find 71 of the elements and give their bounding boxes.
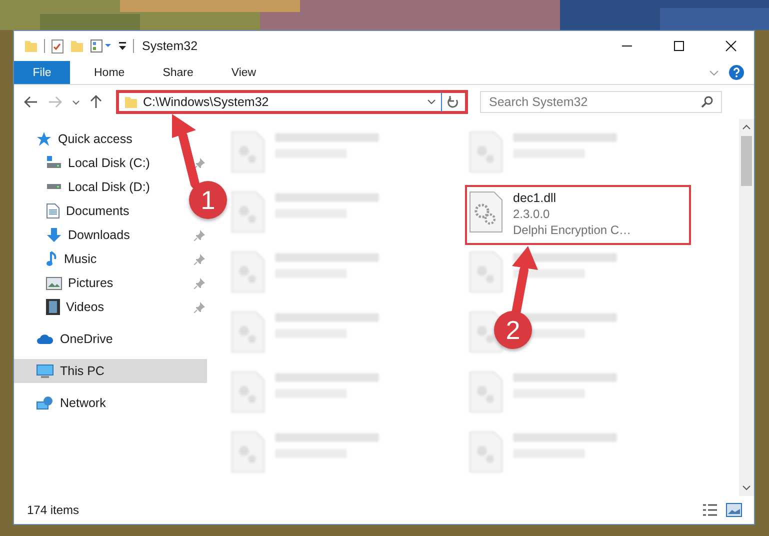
back-icon[interactable] xyxy=(24,96,38,108)
file-detail: Delphi Encryption C… xyxy=(513,223,632,237)
item-count: 174 items xyxy=(27,503,80,517)
file-icon xyxy=(469,371,503,413)
file-icon xyxy=(231,131,265,173)
sidebar-label[interactable]: Downloads xyxy=(68,228,130,242)
sidebar-item[interactable]: This PC xyxy=(14,359,207,383)
sidebar-label[interactable]: This PC xyxy=(60,364,104,378)
file-icon xyxy=(231,191,265,233)
up-icon[interactable] xyxy=(90,95,102,109)
ribbon-tab[interactable]: Share xyxy=(148,61,208,84)
sidebar-label[interactable]: Videos xyxy=(66,300,104,314)
address-path: C:\Windows\System32 xyxy=(143,95,270,109)
star-icon xyxy=(36,131,52,147)
search-field[interactable]: Search System32 xyxy=(480,91,722,113)
customize-icon[interactable] xyxy=(118,40,127,52)
picture-frame-icon xyxy=(46,276,62,290)
details-view-icon[interactable] xyxy=(702,503,718,517)
sidebar-label[interactable]: Local Disk (D:) xyxy=(68,180,150,194)
music-note-icon xyxy=(46,251,58,267)
cloud-icon xyxy=(36,333,54,345)
sidebar-label[interactable]: Local Disk (C:) xyxy=(68,156,150,170)
help-icon[interactable] xyxy=(729,65,744,80)
download-arrow-icon xyxy=(46,227,62,243)
file-icon xyxy=(469,431,503,473)
pin-icon[interactable] xyxy=(194,230,205,240)
address-bar[interactable]: C:\Windows\System32 xyxy=(116,90,468,114)
drive-icon xyxy=(46,184,62,190)
document-icon xyxy=(46,203,60,219)
maximize-icon xyxy=(673,40,685,52)
dropdown-chevron-icon[interactable] xyxy=(427,99,436,105)
view-icon[interactable] xyxy=(90,39,112,53)
pin-icon[interactable] xyxy=(194,302,205,312)
sidebar-label[interactable]: Documents xyxy=(66,204,130,218)
chevron-icon[interactable] xyxy=(709,70,719,76)
file-name: dec1.dll xyxy=(513,191,558,205)
ribbon-tab[interactable]: View xyxy=(217,61,270,84)
pin-icon[interactable] xyxy=(194,158,205,168)
drive-icon xyxy=(46,156,62,170)
file-icon xyxy=(231,251,265,293)
monitor-icon xyxy=(36,364,54,378)
search-icon xyxy=(701,96,713,108)
file-icon xyxy=(231,371,265,413)
sidebar-label[interactable]: Music xyxy=(64,252,97,266)
ribbon-tab[interactable]: Home xyxy=(80,61,139,84)
pin-icon[interactable] xyxy=(194,278,205,288)
recent-chevron-icon[interactable] xyxy=(72,100,80,104)
properties-icon[interactable] xyxy=(51,38,64,54)
sidebar-label[interactable]: Quick access xyxy=(58,132,132,146)
large-icons-view-icon[interactable] xyxy=(726,503,742,517)
file-icon xyxy=(231,311,265,353)
sidebar-label[interactable]: Network xyxy=(60,396,106,410)
scroll-down-icon[interactable] xyxy=(742,485,751,491)
file-detail: 2.3.0.0 xyxy=(513,207,551,221)
file-tile[interactable]: dec1.dll 2.3.0.0 Delphi Encryption C… xyxy=(465,185,691,245)
gear-file-icon xyxy=(469,191,503,233)
file-icon xyxy=(469,251,503,293)
refresh-icon[interactable] xyxy=(447,96,459,108)
sidebar-label[interactable]: Pictures xyxy=(68,276,114,290)
film-icon xyxy=(46,299,60,315)
scroll-up-icon[interactable] xyxy=(742,124,751,130)
file-icon xyxy=(231,431,265,473)
scrollbar[interactable] xyxy=(739,119,754,496)
window-title: System32 xyxy=(142,39,198,53)
network-icon xyxy=(36,396,54,410)
pin-icon[interactable] xyxy=(194,254,205,264)
file-icon xyxy=(469,131,503,173)
folder-icon xyxy=(124,96,138,108)
scroll-thumb[interactable] xyxy=(741,136,752,186)
sidebar-label[interactable]: OneDrive xyxy=(60,332,113,346)
close-icon xyxy=(725,40,737,52)
